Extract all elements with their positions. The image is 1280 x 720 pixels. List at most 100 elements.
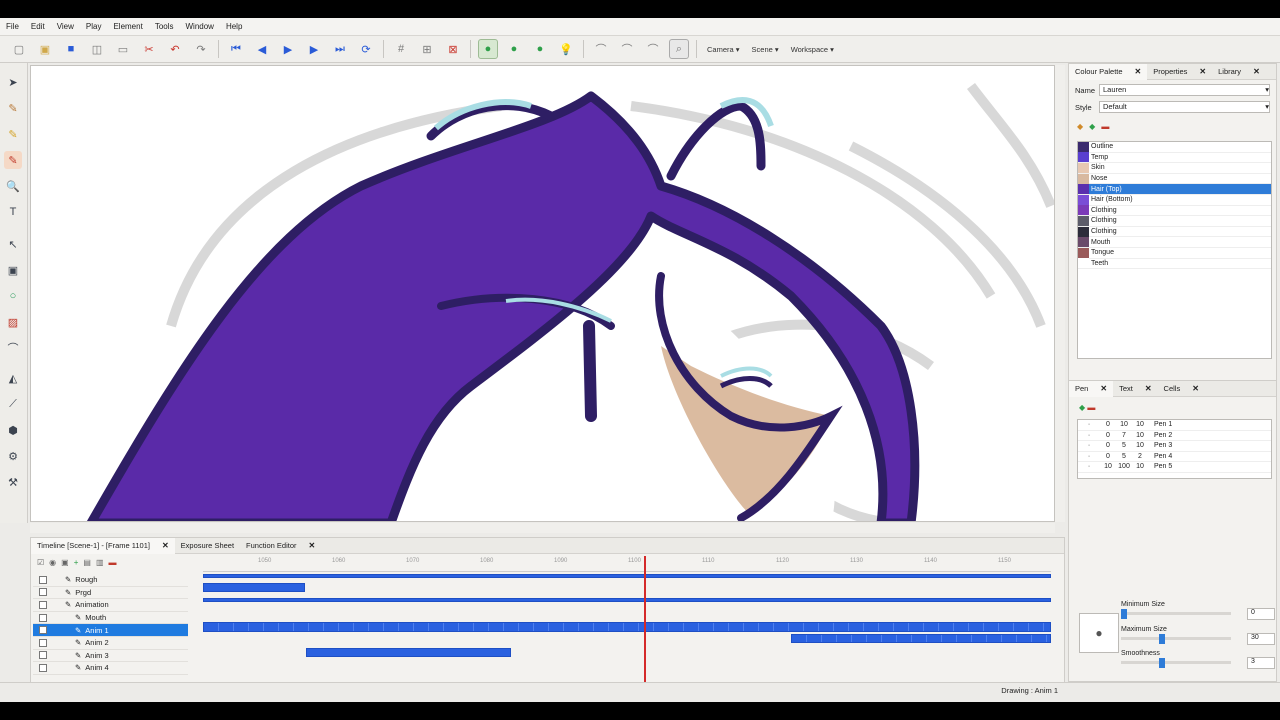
camera-menu[interactable]: Camera ▾ (701, 45, 746, 54)
tab-function-editor[interactable]: Function Editor ✕ (240, 538, 321, 554)
export-icon[interactable]: ▭ (113, 39, 133, 59)
paint-tool-icon[interactable]: ▨ (4, 313, 22, 331)
scene-menu[interactable]: Scene ▾ (746, 45, 785, 54)
track-bar[interactable] (203, 574, 1051, 578)
transform-tool-icon[interactable]: ↖ (4, 235, 22, 253)
first-frame-icon[interactable]: ⏮ (226, 39, 246, 59)
tab-text[interactable]: Text ✕ (1113, 381, 1157, 397)
minimum-size-field[interactable]: 0 (1247, 608, 1275, 620)
colour-swatch-item[interactable]: Hair (Top) (1078, 184, 1271, 195)
stamp-tool-icon[interactable]: ⬢ (4, 421, 22, 439)
layer-row[interactable]: ✎ Anim 4 (33, 662, 188, 675)
import-icon[interactable]: ◫ (87, 39, 107, 59)
field-guide-icon[interactable]: ⊞ (417, 39, 437, 59)
delete-colour-icon[interactable]: ▬ (1101, 122, 1109, 131)
layer-visibility-checkbox[interactable] (39, 575, 47, 584)
delete-layer-icon[interactable]: ▬ (109, 558, 117, 567)
grid-icon[interactable]: # (391, 39, 411, 59)
next-frame-icon[interactable]: ▶ (304, 39, 324, 59)
layer-row[interactable]: ✎ Rough (33, 574, 188, 587)
colour-swatch-item[interactable]: Mouth (1078, 237, 1271, 248)
colour-swatch-item[interactable]: Hair (Bottom) (1078, 194, 1271, 206)
tab-pen[interactable]: Pen ✕ (1069, 380, 1114, 397)
close-icon[interactable]: ✕ (1135, 67, 1142, 76)
colour-swatch-item[interactable]: Clothing (1078, 215, 1271, 227)
layer-row[interactable]: ✎ Prgd (33, 587, 188, 600)
redo-icon[interactable]: ↷ (191, 39, 211, 59)
layer-row[interactable]: ✎ Mouth (33, 612, 188, 625)
canvas-horizontal-scrollbar[interactable] (30, 523, 1055, 533)
layer-row[interactable]: ✎ Anim 1 (33, 624, 188, 637)
tab-exposure-sheet[interactable]: Exposure Sheet (175, 538, 240, 554)
menu-play[interactable]: Play (80, 22, 108, 31)
track-bar[interactable] (791, 634, 1051, 643)
add-texture-icon[interactable]: ◆ (1089, 122, 1095, 131)
playhead[interactable] (643, 556, 646, 684)
close-icon[interactable]: ✕ (1145, 384, 1152, 393)
cut-icon[interactable]: ✂ (139, 39, 159, 59)
show-all-icon[interactable]: ◉ (49, 558, 56, 567)
add-group-icon[interactable]: ▥ (96, 558, 104, 567)
bucket-tool-icon[interactable]: ◭ (4, 369, 22, 387)
layer-row[interactable]: ✎ Animation (33, 599, 188, 612)
pen-row[interactable]: · 0 10 10 Pen 1 (1078, 420, 1271, 431)
add-colour-icon[interactable]: ◆ (1077, 122, 1083, 131)
zoom-tool-icon[interactable]: 🔍 (4, 177, 22, 195)
colour-swatch-item[interactable]: Teeth (1078, 258, 1271, 270)
menu-window[interactable]: Window (180, 22, 220, 31)
brush-tool-icon[interactable]: ✎ (4, 125, 22, 143)
prev-frame-icon[interactable]: ◀ (252, 39, 272, 59)
layer-visibility-checkbox[interactable] (39, 638, 47, 647)
menu-view[interactable]: View (51, 22, 80, 31)
zoom-mode-icon[interactable]: ⌕ (669, 39, 689, 59)
canvas-vertical-scrollbar[interactable] (1055, 65, 1065, 522)
layer-visibility-checkbox[interactable] (39, 626, 47, 635)
smooth-mode-icon[interactable]: ⌒ (643, 39, 663, 59)
undo-icon[interactable]: ↶ (165, 39, 185, 59)
bone-tool-icon[interactable]: ⚒ (4, 473, 22, 491)
layer-row[interactable]: ✎ Anim 3 (33, 650, 188, 663)
menu-file[interactable]: File (0, 22, 25, 31)
dropper-tool-icon[interactable]: ⟋ (4, 395, 22, 413)
onion-skin-icon[interactable]: ● (478, 39, 498, 59)
layer-row[interactable]: ✎ Anim 2 (33, 637, 188, 650)
colour-swatch-item[interactable]: Skin (1078, 162, 1271, 174)
layer-visibility-checkbox[interactable] (39, 613, 47, 622)
minimum-size-slider[interactable] (1121, 609, 1231, 619)
ellipse-tool-icon[interactable]: ○ (4, 287, 22, 305)
save-icon[interactable]: ■ (61, 39, 81, 59)
pencil-tool-icon[interactable]: ✎ (4, 151, 22, 169)
close-icon[interactable]: ✕ (162, 541, 169, 550)
loop-icon[interactable]: ⟳ (356, 39, 376, 59)
menu-tools[interactable]: Tools (149, 22, 180, 31)
maximum-size-field[interactable]: 30 (1247, 633, 1275, 645)
pen-row[interactable]: · 10 100 10 Pen 5 (1078, 462, 1271, 473)
light-table-icon[interactable]: 💡 (556, 39, 576, 59)
lock-icon[interactable]: ▣ (61, 558, 69, 567)
close-icon[interactable]: ✕ (1100, 384, 1107, 393)
contour-tool-icon[interactable]: ✎ (4, 99, 22, 117)
menu-help[interactable]: Help (220, 22, 248, 31)
colour-swatch-item[interactable]: Tongue (1078, 247, 1271, 259)
add-drawing-icon[interactable]: ▤ (83, 558, 91, 567)
track-bar[interactable] (306, 648, 511, 657)
curve-tool-icon[interactable]: ⌒ (4, 339, 22, 357)
colour-swatch-item[interactable]: Clothing (1078, 226, 1271, 238)
close-icon[interactable]: ✕ (1253, 67, 1260, 76)
drawing-canvas[interactable] (30, 65, 1055, 522)
new-file-icon[interactable]: ▢ (9, 39, 29, 59)
timeline-tracks[interactable] (203, 556, 1051, 684)
pen-row[interactable]: · 0 5 2 Pen 4 (1078, 452, 1271, 462)
colour-swatch-item[interactable]: Outline (1078, 141, 1271, 153)
onion-prev-icon[interactable]: ● (504, 39, 524, 59)
tab-colour-palette[interactable]: Colour Palette ✕ (1069, 63, 1148, 80)
maximum-size-slider[interactable] (1121, 634, 1231, 644)
add-layer-icon[interactable]: + (74, 558, 79, 567)
stroke-mode-icon[interactable]: ⌒ (617, 39, 637, 59)
select-tool-icon[interactable]: ➤ (4, 73, 22, 91)
close-icon[interactable]: ✕ (1192, 384, 1199, 393)
palette-name-select[interactable]: Lauren ▾ (1099, 84, 1270, 96)
colour-swatch-item[interactable]: Nose (1078, 173, 1271, 185)
enable-layers-icon[interactable]: ☑ (37, 558, 44, 567)
tab-cells[interactable]: Cells ✕ (1158, 381, 1205, 397)
